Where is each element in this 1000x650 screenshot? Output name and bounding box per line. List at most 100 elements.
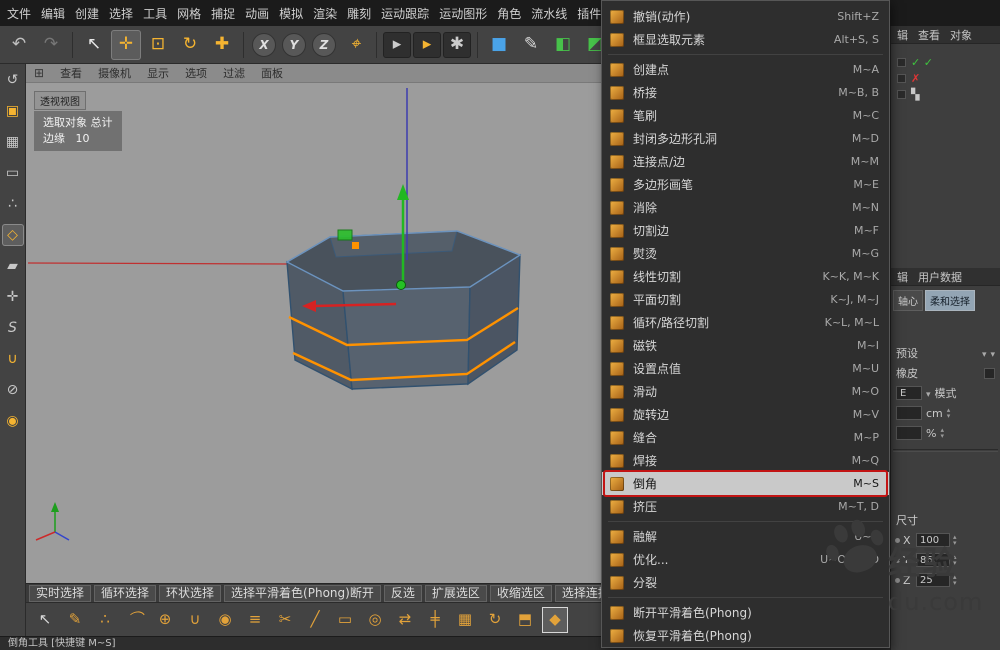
object-toggle-icon[interactable]: ▚	[911, 89, 919, 100]
menu-bar-item[interactable]: 文件	[2, 3, 36, 24]
coord-value-input[interactable]: 86.	[916, 553, 950, 567]
menu-bar-item[interactable]: 流水线	[526, 3, 572, 24]
gizmo-plane-handle[interactable]	[338, 230, 352, 240]
snapping-icon[interactable]: ∪	[2, 348, 24, 370]
y-axis-lock[interactable]: Y	[282, 33, 306, 57]
subdivision-surface-icon[interactable]: ◧	[548, 30, 578, 60]
viewport-menu-item[interactable]: 选项	[185, 65, 207, 81]
preset-dropdown-icon-2[interactable]	[990, 347, 995, 360]
context-menu-item[interactable]: 倒角 M~S	[602, 472, 889, 495]
selection-bar-button[interactable]: 循环选择	[94, 585, 156, 602]
set-point-value-icon[interactable]: ≡	[242, 607, 268, 633]
plane-cut-icon[interactable]: ▭	[332, 607, 358, 633]
texture-mode-icon[interactable]: ▦	[2, 131, 24, 153]
context-menu-item[interactable]: 优化... U~O, U~O	[602, 548, 889, 571]
menu-bar-item[interactable]: 网格	[172, 3, 206, 24]
render-picture-viewer-icon[interactable]: ▸	[413, 32, 441, 58]
coord-stepper[interactable]	[953, 554, 957, 566]
z-axis-lock[interactable]: Z	[312, 33, 336, 57]
menu-bar-item[interactable]: 角色	[492, 3, 526, 24]
tab-axis[interactable]: 轴心	[893, 290, 923, 311]
viewport-menu-item[interactable]: 查看	[60, 65, 82, 81]
object-toggle-square[interactable]	[897, 90, 906, 99]
bevel-tool-icon[interactable]: ◆	[542, 607, 568, 633]
context-menu-item[interactable]: 桥接 M~B, B	[602, 81, 889, 104]
context-menu-item[interactable]: 焊接 M~Q	[602, 449, 889, 472]
lock-workplane-icon[interactable]: ⊘	[2, 379, 24, 401]
live-selection-tool-icon[interactable]: ↖	[79, 30, 109, 60]
context-menu-item[interactable]: 笔刷 M~C	[602, 104, 889, 127]
context-menu-item[interactable]: 消除 M~N	[602, 196, 889, 219]
object-disabled-toggle[interactable]: ✗	[897, 70, 994, 86]
object-manager-menu-item[interactable]: 辑	[897, 27, 908, 43]
context-menu-item[interactable]: 融解 U~Z	[602, 525, 889, 548]
radius-input[interactable]	[896, 406, 922, 420]
make-editable-icon[interactable]: ↺	[2, 69, 24, 91]
scale-tool-icon[interactable]: ⊡	[143, 30, 173, 60]
rotate-edge-icon[interactable]: ↻	[482, 607, 508, 633]
menu-bar-item[interactable]: 编辑	[36, 3, 70, 24]
menu-bar-item[interactable]: 动画	[240, 3, 274, 24]
context-menu-item[interactable]: 断开平滑着色(Phong)	[602, 601, 889, 624]
selection-bar-button[interactable]: 扩展选区	[425, 585, 487, 602]
magnet-icon[interactable]: ∪	[182, 607, 208, 633]
context-menu-item[interactable]: 撤销(动作) Shift+Z	[602, 5, 889, 28]
close-hole-icon[interactable]: ⊕	[152, 607, 178, 633]
coordinate-system-icon[interactable]: ⌖	[340, 30, 370, 60]
bridge-icon[interactable]: ⌒	[122, 607, 148, 633]
menu-bar-item[interactable]: 捕捉	[206, 3, 240, 24]
selection-bar-button[interactable]: 实时选择	[29, 585, 91, 602]
gizmo-center-handle[interactable]	[397, 281, 406, 290]
coord-stepper[interactable]	[953, 534, 957, 546]
context-menu-item[interactable]: 设置点值 M~U	[602, 357, 889, 380]
coord-value-input[interactable]: 100	[916, 533, 950, 547]
line-cut-icon[interactable]: ╱	[302, 607, 328, 633]
object-visibility-toggles[interactable]: ✓ ✓	[897, 54, 994, 70]
viewport-menu-item[interactable]: 过滤	[223, 65, 245, 81]
selection-bar-button[interactable]: 反选	[384, 585, 422, 602]
menu-bar-item[interactable]: 工具	[138, 3, 172, 24]
context-menu-item[interactable]: 连接点/边 M~M	[602, 150, 889, 173]
enable-axis-icon[interactable]: ✛	[2, 286, 24, 308]
mode-dropdown[interactable]: E	[896, 386, 922, 400]
context-menu-item[interactable]: 平面切割 K~J, M~J	[602, 288, 889, 311]
edges-mode-icon[interactable]: ◇	[2, 224, 24, 246]
gizmo-plane-handle-small[interactable]	[352, 242, 359, 249]
context-menu-item[interactable]: 磁铁 M~I	[602, 334, 889, 357]
attribute-menu-item[interactable]: 辑	[897, 269, 908, 285]
preset-dropdown-icon[interactable]	[982, 347, 987, 360]
context-menu-item[interactable]: 封闭多边形孔洞 M~D	[602, 127, 889, 150]
viewport-solo-icon[interactable]: S	[2, 317, 24, 339]
menu-bar-item[interactable]: 运动跟踪	[376, 3, 434, 24]
object-toggle-icon[interactable]: ✗	[911, 73, 920, 84]
context-menu-item[interactable]: 切割边 M~F	[602, 219, 889, 242]
object-toggle-square[interactable]	[897, 74, 906, 83]
attribute-menu-item[interactable]: 用户数据	[918, 269, 962, 285]
stitch-icon[interactable]: ╪	[422, 607, 448, 633]
viewport-menu-item[interactable]: 摄像机	[98, 65, 131, 81]
quantize-icon[interactable]: ◉	[2, 410, 24, 432]
mode-dropdown-icon[interactable]	[926, 387, 931, 400]
slide-icon[interactable]: ⇄	[392, 607, 418, 633]
context-menu-item[interactable]: 多边形画笔 M~E	[602, 173, 889, 196]
coord-value-input[interactable]: 25	[916, 573, 950, 587]
radius-stepper[interactable]	[947, 407, 951, 419]
strength-stepper[interactable]	[940, 427, 944, 439]
selection-bar-button[interactable]: 环状选择	[159, 585, 221, 602]
live-selection-icon[interactable]: ↖	[32, 607, 58, 633]
menu-bar-item[interactable]: 运动图形	[434, 3, 492, 24]
context-menu-item[interactable]: 熨烫 M~G	[602, 242, 889, 265]
render-view-icon[interactable]: ▸	[383, 32, 411, 58]
edge-cut-icon[interactable]: ✂	[272, 607, 298, 633]
workplane-mode-icon[interactable]: ▭	[2, 162, 24, 184]
selection-bar-button[interactable]: 选择平滑着色(Phong)断开	[224, 585, 381, 602]
rotate-tool-icon[interactable]: ↻	[175, 30, 205, 60]
polygon-pen-icon[interactable]: ✎	[62, 607, 88, 633]
menu-bar-item[interactable]: 模拟	[274, 3, 308, 24]
coord-stepper[interactable]	[953, 574, 957, 586]
context-menu-item[interactable]: 滑动 M~O	[602, 380, 889, 403]
iron-icon[interactable]: ▦	[452, 607, 478, 633]
context-menu-item[interactable]: 分裂	[602, 571, 889, 594]
context-menu-item[interactable]: 恢复平滑着色(Phong)	[602, 624, 889, 647]
object-manager-menu-item[interactable]: 查看	[918, 27, 940, 43]
